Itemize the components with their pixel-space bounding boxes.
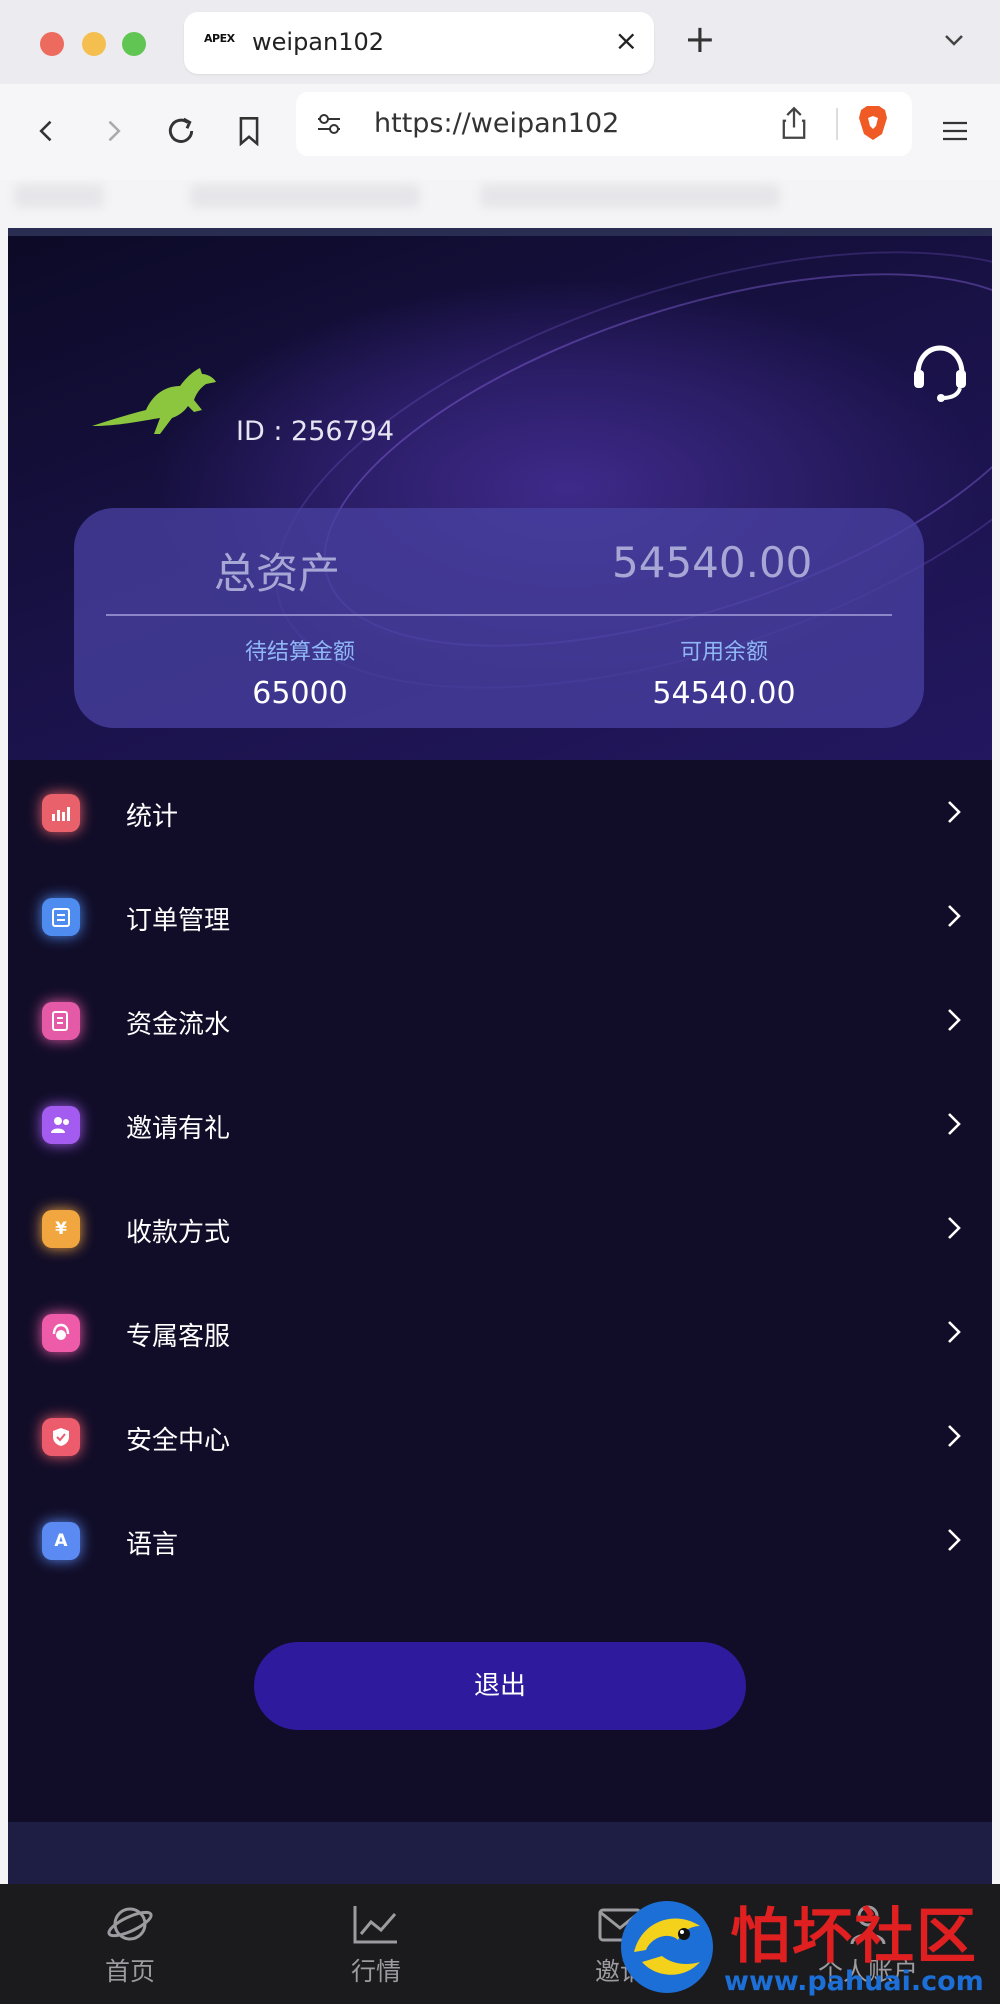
nav-home[interactable]: 首页 (70, 1902, 190, 1988)
language-icon: A (42, 1522, 80, 1560)
url-text[interactable]: https://weipan102 (374, 108, 619, 139)
tab-list-chevron-icon[interactable] (942, 28, 966, 56)
total-assets-value: 54540.00 (612, 538, 813, 587)
window-minimize-button[interactable] (82, 32, 106, 56)
divider (836, 108, 838, 140)
chevron-right-icon (948, 801, 961, 823)
menu-icon[interactable] (930, 106, 980, 156)
back-button[interactable] (22, 106, 72, 156)
header-top-strip (8, 228, 992, 236)
menu-item-fund-flow[interactable]: 资金流水 (8, 968, 992, 1072)
chevron-right-icon (948, 1321, 961, 1343)
share-icon[interactable] (780, 106, 808, 144)
menu-item-label: 专属客服 (126, 1322, 231, 1352)
invite-icon (42, 1106, 80, 1144)
order-icon (42, 898, 80, 936)
menu-item-customer-service[interactable]: 专属客服 (8, 1280, 992, 1384)
assets-card: 总资产 54540.00 待结算金额 65000 可用余额 54540.00 (74, 508, 924, 728)
customer-service-icon[interactable] (908, 340, 972, 408)
nav-market-label: 行情 (350, 1957, 401, 1986)
window-close-button[interactable] (40, 32, 64, 56)
watermark-logo (621, 1901, 713, 1993)
chevron-right-icon (948, 1425, 961, 1447)
menu-item-security[interactable]: 安全中心 (8, 1384, 992, 1488)
watermark-title: 怕坏社区 (730, 1902, 978, 1972)
browser-tab-bar: APEX weipan102 × + (0, 0, 1000, 84)
site-settings-icon[interactable] (316, 112, 342, 140)
window-maximize-button[interactable] (122, 32, 146, 56)
kangaroo-logo (92, 368, 216, 434)
bookmark-icon[interactable] (224, 106, 274, 156)
user-id: ID : 256794 (236, 416, 395, 447)
pending-amount-label: 待结算金额 (244, 640, 355, 665)
chevron-right-icon (948, 905, 961, 927)
menu-item-orders[interactable]: 订单管理 (8, 864, 992, 968)
menu-item-label: 收款方式 (126, 1218, 231, 1248)
blurred-bookmarks-bar (190, 184, 420, 208)
support-icon (42, 1314, 80, 1352)
menu-item-label: 订单管理 (126, 906, 231, 936)
planet-icon (107, 1907, 153, 1941)
tab-close-icon[interactable]: × (615, 24, 638, 57)
brave-shield-icon[interactable] (856, 104, 890, 146)
logout-button[interactable]: 退出 (254, 1642, 746, 1730)
new-tab-button[interactable]: + (684, 20, 716, 58)
watermark: 怕坏社区 www.pahuai.com (612, 1888, 1000, 2004)
chevron-right-icon (948, 1113, 961, 1135)
chart-icon (42, 794, 80, 832)
profile-header: ID : 256794 总资产 54540.00 待结算金额 65000 可用余… (8, 228, 992, 777)
ledger-icon (42, 1002, 80, 1040)
nav-home-label: 首页 (104, 1957, 155, 1986)
tab-title: weipan102 (252, 28, 385, 56)
address-bar[interactable]: https://weipan102 (296, 92, 912, 156)
available-balance-label: 可用余额 (679, 640, 768, 665)
total-assets-label: 总资产 (214, 549, 341, 598)
menu-item-label: 安全中心 (126, 1426, 231, 1456)
menu-item-statistics[interactable]: 统计 (8, 760, 992, 864)
footer-strip (8, 1822, 992, 1884)
payment-icon: ¥ (42, 1210, 80, 1248)
menu-item-invite[interactable]: 邀请有礼 (8, 1072, 992, 1176)
card-divider (106, 614, 892, 616)
forward-button[interactable] (88, 106, 138, 156)
chevron-right-icon (948, 1217, 961, 1239)
menu-item-label: 邀请有礼 (126, 1114, 231, 1144)
chevron-right-icon (948, 1009, 961, 1031)
menu-item-label: 统计 (126, 802, 179, 832)
menu-item-label: 语言 (126, 1530, 179, 1560)
nav-market[interactable]: 行情 (316, 1902, 436, 1988)
line-chart-icon (353, 1906, 397, 1944)
browser-toolbar: https://weipan102 (0, 84, 1000, 180)
menu-item-payment-methods[interactable]: ¥ 收款方式 (8, 1176, 992, 1280)
app-viewport: ID : 256794 总资产 54540.00 待结算金额 65000 可用余… (8, 228, 992, 2004)
menu-item-label: 资金流水 (126, 1010, 231, 1040)
available-balance-value: 54540.00 (652, 676, 796, 711)
menu-item-language[interactable]: A 语言 (8, 1488, 992, 1592)
blurred-bookmarks-bar (14, 184, 104, 208)
pending-amount-value: 65000 (252, 676, 348, 711)
blurred-bookmarks-bar (480, 184, 780, 208)
chevron-right-icon (948, 1529, 961, 1551)
tab-favicon: APEX (204, 32, 235, 45)
shield-icon (42, 1418, 80, 1456)
browser-tab[interactable]: APEX weipan102 × (184, 12, 654, 74)
reload-icon[interactable] (156, 106, 206, 156)
watermark-url: www.pahuai.com (724, 1966, 984, 1997)
